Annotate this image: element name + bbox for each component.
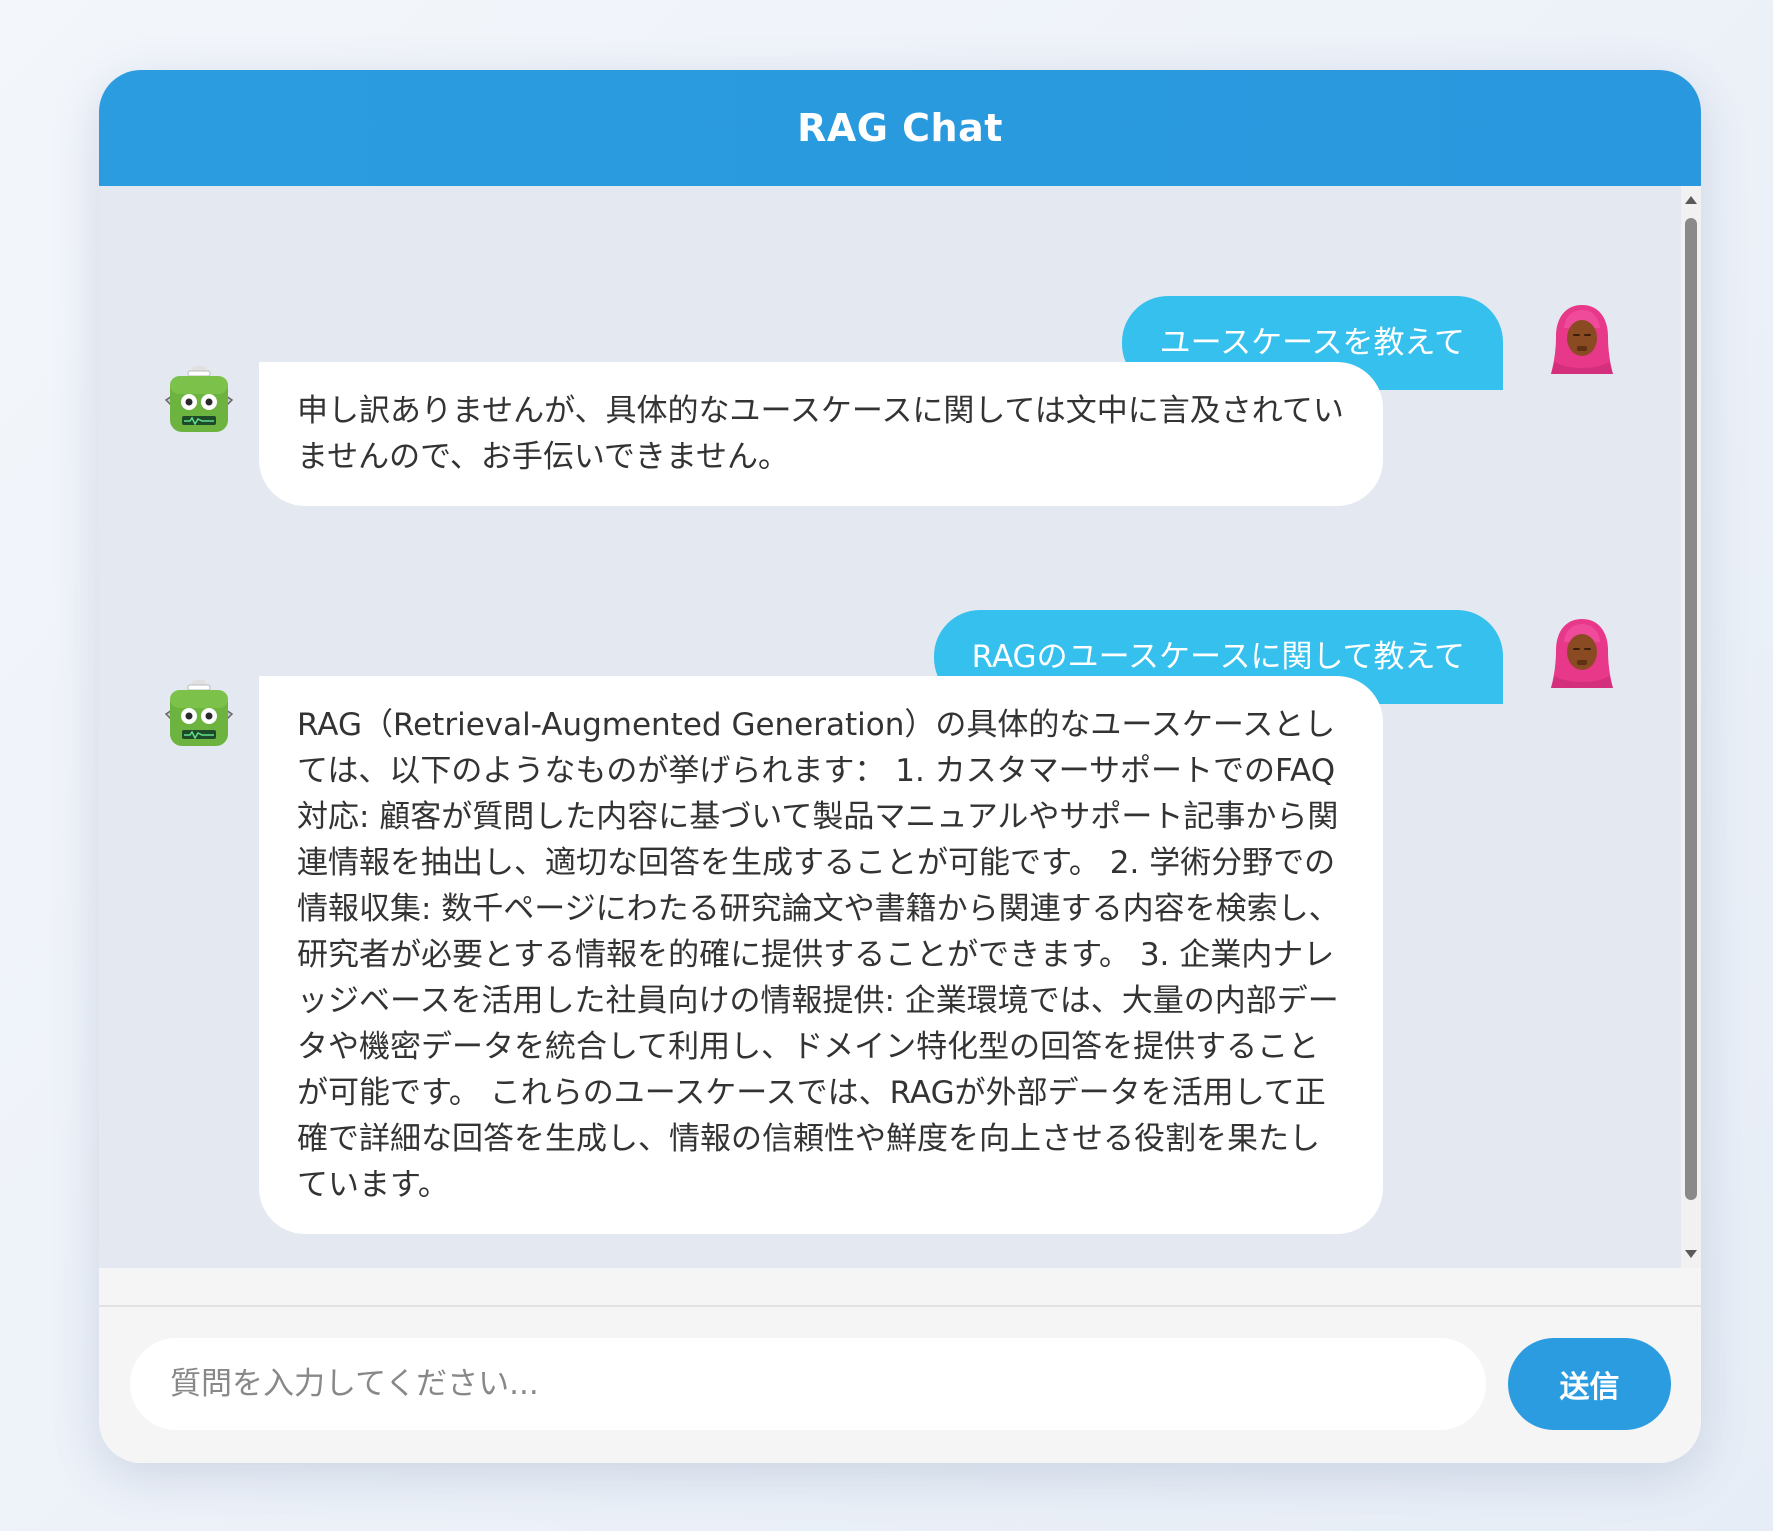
user-message-text: ユースケースを教えて xyxy=(1159,325,1465,361)
scrollbar-thumb[interactable] xyxy=(1685,218,1697,1200)
chat-window: RAG Chat ユースケースを教えて 申し訳ありませんが、具体的なユースケース… xyxy=(99,70,1701,1463)
chat-header: RAG Chat xyxy=(99,70,1701,186)
bot-message: 申し訳ありませんが、具体的なユースケースに関しては文中に言及されていませんので、… xyxy=(259,362,1383,506)
question-input[interactable] xyxy=(130,1338,1486,1430)
robot-icon xyxy=(162,680,236,750)
user-message-text: RAGのユースケースに関して教えて xyxy=(971,639,1465,675)
scroll-down-arrow-icon[interactable] xyxy=(1685,1250,1697,1258)
messages-scrollbar[interactable] xyxy=(1681,186,1701,1268)
bot-message: RAG（Retrieval-Augmented Generation）の具体的な… xyxy=(259,676,1383,1234)
send-button[interactable]: 送信 xyxy=(1508,1338,1671,1430)
message-list: ユースケースを教えて 申し訳ありませんが、具体的なユースケースに関しては文中に言… xyxy=(99,186,1681,1268)
bot-message-text: RAG（Retrieval-Augmented Generation）の具体的な… xyxy=(297,707,1340,1203)
input-bar: 送信 xyxy=(99,1305,1701,1463)
page-title: RAG Chat xyxy=(797,106,1003,150)
bot-message-text: 申し訳ありませんが、具体的なユースケースに関しては文中に言及されていませんので、… xyxy=(297,393,1344,475)
robot-icon xyxy=(162,366,236,436)
person-with-headscarf-icon xyxy=(1547,302,1617,378)
scroll-up-arrow-icon[interactable] xyxy=(1685,196,1697,204)
person-with-headscarf-icon xyxy=(1547,616,1617,692)
